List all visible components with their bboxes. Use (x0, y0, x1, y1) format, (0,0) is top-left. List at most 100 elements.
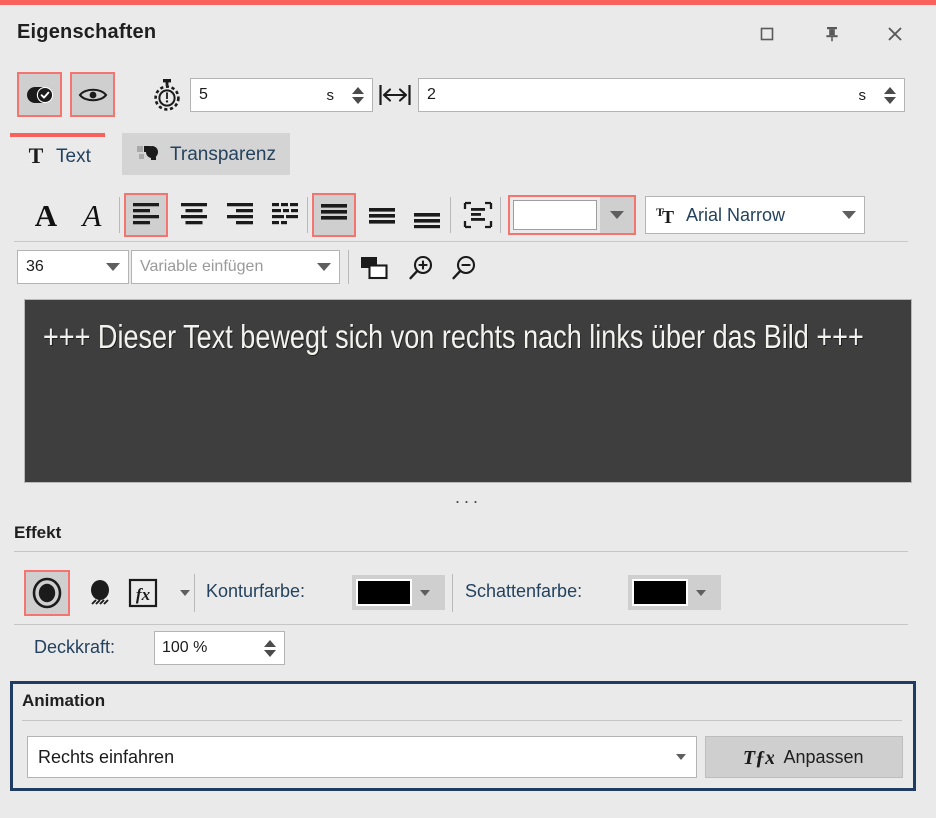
title-bar: Eigenschaften (0, 5, 936, 60)
chevron-down-icon (610, 211, 624, 219)
font-size-select[interactable]: 36 (17, 250, 129, 284)
shadow-color-swatch[interactable] (632, 579, 688, 606)
restore-window-button[interactable] (750, 17, 784, 51)
fit-text-icon (463, 201, 493, 229)
enable-toggle-button[interactable] (17, 72, 62, 117)
align-left-button[interactable] (124, 193, 168, 237)
duration-unit: s (327, 87, 345, 104)
svg-text:T: T (662, 207, 674, 227)
italic-label: A (83, 200, 102, 231)
stepper-up-icon[interactable] (884, 87, 896, 94)
align-justify-icon (270, 201, 300, 229)
effekt-section-title: Effekt (14, 523, 61, 543)
zoom-in-button[interactable] (399, 246, 443, 290)
stepper-down-icon[interactable] (884, 97, 896, 104)
chevron-down-icon (420, 590, 430, 596)
align-right-button[interactable] (218, 193, 262, 237)
stepper-down-icon[interactable] (264, 650, 276, 657)
text-color-dropdown-button[interactable] (600, 197, 634, 233)
svg-text:T: T (29, 144, 44, 168)
align-center-icon (179, 201, 209, 229)
animation-adjust-label: Anpassen (783, 747, 863, 768)
duration-row: 5 s 2 s (0, 72, 936, 122)
opacity-stepper[interactable] (256, 632, 284, 664)
valign-top-icon (319, 201, 349, 229)
chevron-down-icon[interactable] (676, 754, 686, 760)
transition-stepper[interactable] (876, 79, 904, 111)
insert-variable-placeholder: Variable einfügen (140, 258, 317, 276)
shadow-effect-icon (86, 577, 116, 609)
opacity-field[interactable]: 100 % (154, 631, 285, 665)
tab-transparenz-label: Transparenz (170, 145, 276, 164)
outline-color-picker[interactable] (352, 575, 445, 610)
fx-icon: fx (128, 578, 158, 608)
close-icon (886, 25, 904, 43)
valign-top-button[interactable] (312, 193, 356, 237)
bold-button[interactable]: A (24, 193, 68, 237)
pin-panel-button[interactable] (815, 17, 849, 51)
opacity-label: Deckkraft: (34, 637, 115, 658)
text-color-picker[interactable] (508, 195, 636, 235)
animation-adjust-button[interactable]: Tƒx Anpassen (705, 736, 903, 778)
transition-unit: s (859, 87, 877, 104)
align-center-button[interactable] (172, 193, 216, 237)
outline-color-swatch[interactable] (356, 579, 412, 606)
shadow-effect-button[interactable] (78, 570, 124, 616)
svg-text:Tƒx: Tƒx (744, 747, 774, 769)
zoom-out-button[interactable] (442, 246, 486, 290)
restore-icon (759, 26, 775, 42)
stepper-up-icon[interactable] (264, 640, 276, 647)
bring-to-front-button[interactable] (352, 246, 396, 290)
chevron-down-icon[interactable] (106, 263, 120, 271)
stopwatch-icon (150, 78, 184, 112)
tab-text[interactable]: T Text (10, 133, 105, 175)
tab-transparenz[interactable]: Transparenz (122, 133, 290, 175)
chevron-down-icon (696, 590, 706, 596)
visibility-toggle-button[interactable] (70, 72, 115, 117)
text-color-swatch[interactable] (513, 200, 597, 230)
effect-dropdown-button[interactable] (162, 570, 208, 616)
chevron-down-icon[interactable] (842, 211, 856, 219)
zoom-out-icon (450, 254, 478, 282)
animation-section-title: Animation (22, 691, 105, 711)
Tfx-icon: Tƒx (744, 744, 774, 770)
align-justify-button[interactable] (263, 193, 307, 237)
animation-section-divider (22, 720, 902, 721)
close-panel-button[interactable] (878, 17, 912, 51)
outline-color-dropdown-button[interactable] (412, 590, 438, 596)
toggle-on-icon (26, 85, 54, 105)
toolbar-divider (14, 241, 908, 242)
animation-select[interactable]: Rechts einfahren (27, 736, 697, 778)
italic-button[interactable]: A (70, 193, 114, 237)
shadow-color-picker[interactable] (628, 575, 721, 610)
properties-panel: Eigenschaften (0, 0, 936, 818)
outline-effect-icon (31, 577, 63, 609)
preview-text: +++ Dieser Text bewegt sich von rechts n… (43, 314, 879, 361)
fx-effect-button[interactable]: fx (120, 570, 166, 616)
outline-color-label: Konturfarbe: (206, 581, 305, 602)
align-right-icon (225, 201, 255, 229)
horizontal-arrows-icon (378, 79, 412, 111)
outline-effect-button[interactable] (24, 570, 70, 616)
valign-middle-button[interactable] (360, 193, 404, 237)
duration-stepper[interactable] (344, 79, 372, 111)
page-title: Eigenschaften (17, 21, 156, 44)
zoom-in-icon (407, 254, 435, 282)
insert-variable-select[interactable]: Variable einfügen (131, 250, 340, 284)
font-size-value: 36 (26, 258, 106, 276)
chevron-down-icon[interactable] (317, 263, 331, 271)
font-family-select[interactable]: T T Arial Narrow (645, 196, 865, 234)
shadow-color-dropdown-button[interactable] (688, 590, 714, 596)
chevron-down-icon (180, 590, 190, 596)
valign-bottom-button[interactable] (405, 193, 449, 237)
font-TT-icon: T T (654, 203, 678, 227)
overflow-handle[interactable]: ··· (0, 492, 936, 510)
text-preview-area[interactable]: +++ Dieser Text bewegt sich von rechts n… (24, 299, 912, 483)
stepper-down-icon[interactable] (352, 97, 364, 104)
transparency-icon (136, 143, 162, 165)
fit-text-button[interactable] (456, 193, 500, 237)
transition-duration-field[interactable]: 2 s (418, 78, 905, 112)
duration-field[interactable]: 5 s (190, 78, 373, 112)
stepper-up-icon[interactable] (352, 87, 364, 94)
valign-middle-icon (367, 201, 397, 229)
